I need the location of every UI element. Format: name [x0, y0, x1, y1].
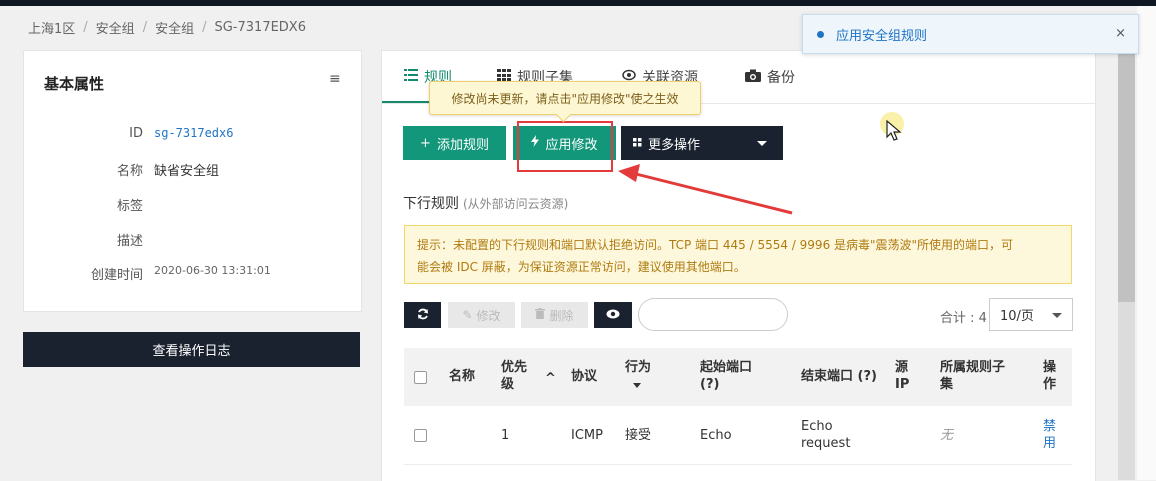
header-subset-line-2[interactable]: 集 — [940, 376, 953, 393]
pencil-icon: ✎ — [462, 308, 473, 322]
breadcrumb-item-region[interactable]: 上海1区 — [28, 18, 75, 37]
visibility-toggle-button[interactable] — [594, 302, 632, 328]
cell-subset: 无 — [940, 428, 954, 443]
eye-icon — [606, 308, 620, 322]
card-title: 基本属性 — [44, 75, 105, 93]
cell-priority: 1 — [501, 428, 510, 443]
header-start-port-line-1[interactable]: 起始端口 — [700, 359, 752, 376]
camera-icon — [745, 69, 761, 86]
grid-small-icon — [633, 136, 642, 151]
row-checkbox[interactable] — [414, 429, 427, 442]
caret-down-icon — [757, 141, 767, 146]
property-row-id: ID sg-7317edx6 — [24, 126, 361, 148]
header-subset-line-1[interactable]: 所属规则子 — [940, 359, 1005, 376]
property-value-name: 缺省安全组 — [154, 164, 220, 179]
refresh-icon — [417, 308, 429, 323]
search-input[interactable] — [638, 298, 788, 331]
section-hint: (从外部访问云资源) — [463, 197, 569, 211]
table-row: 1 ICMP 接受 Echo Echo request 无 禁 用 — [404, 406, 1072, 465]
disable-link-line-2[interactable]: 用 — [1043, 435, 1056, 452]
breadcrumb: 上海1区 / 安全组 / 安全组 / SG-7317EDX6 — [28, 18, 306, 37]
sort-ascending-icon[interactable]: ^ — [545, 370, 556, 387]
tab-backup[interactable]: 备份 — [745, 67, 795, 87]
tab-label: 备份 — [767, 70, 795, 86]
page-size-select[interactable]: 10/页 — [989, 298, 1073, 331]
cell-protocol: ICMP — [571, 428, 603, 443]
refresh-button[interactable] — [404, 302, 441, 328]
mouse-pointer-icon — [886, 120, 902, 141]
cell-action: 接受 — [625, 428, 652, 443]
section-title: 下行规则 (从外部访问云资源) — [403, 193, 568, 213]
basic-properties-card: 基本属性 ≡ ID sg-7317edx6 名称 缺省安全组 标签 描述 创建时… — [23, 50, 362, 312]
header-source-ip-line-1[interactable]: 源 — [895, 359, 908, 376]
add-rule-button[interactable]: + 添加规则 — [403, 126, 506, 160]
header-end-port[interactable]: 结束端口 (?) — [801, 368, 877, 385]
section-title-text: 下行规则 — [403, 196, 459, 212]
scrollbar-thumb[interactable] — [1118, 50, 1135, 302]
view-operation-log-button[interactable]: 查看操作日志 — [23, 332, 360, 367]
breadcrumb-separator: / — [142, 20, 148, 35]
plus-icon: + — [420, 135, 431, 151]
property-value-created: 2020-06-30 13:31:01 — [154, 264, 271, 277]
page-size-value: 10/页 — [1000, 309, 1034, 324]
disable-link-line-1[interactable]: 禁 — [1043, 418, 1056, 435]
warning-line-1: 提示：未配置的下行规则和端口默认拒绝访问。TCP 端口 445 / 5554 /… — [417, 238, 1014, 252]
property-label: 名称 — [116, 164, 143, 179]
breadcrumb-item-current: SG-7317EDX6 — [214, 20, 306, 35]
property-label: 创建时间 — [90, 268, 143, 283]
pending-changes-tooltip: 修改尚未更新，请点击"应用修改"使之生效 — [429, 81, 701, 123]
table-header: 名称 优先 级 ^ 协议 行为 起始端口 (?) 结束端口 (?) 源 IP 所… — [404, 348, 1072, 406]
property-label: ID — [129, 126, 143, 141]
breadcrumb-item-security-group[interactable]: 安全组 — [96, 18, 135, 37]
top-bar — [0, 0, 1156, 6]
property-row-name: 名称 缺省安全组 — [24, 160, 361, 182]
breadcrumb-item-security-group-list[interactable]: 安全组 — [155, 18, 194, 37]
property-row-tags: 标签 — [24, 195, 361, 217]
caret-down-icon[interactable] — [633, 383, 641, 388]
notification-toast: 应用安全组规则 × — [802, 14, 1139, 54]
breadcrumb-separator: / — [83, 20, 88, 35]
property-value-id: sg-7317edx6 — [154, 126, 234, 140]
header-source-ip-line-2[interactable]: IP — [895, 376, 909, 393]
delete-button[interactable]: 删除 — [521, 302, 588, 328]
property-label: 标签 — [116, 199, 143, 214]
button-label: 添加规则 — [436, 137, 489, 153]
property-row-description: 描述 — [24, 230, 361, 252]
header-start-port-line-2[interactable]: (?) — [700, 376, 719, 393]
info-dot-icon — [817, 30, 824, 38]
header-name[interactable]: 名称 — [449, 368, 475, 385]
button-label: 删除 — [549, 308, 574, 323]
header-protocol[interactable]: 协议 — [571, 368, 597, 385]
notification-text: 应用安全组规则 — [836, 28, 928, 44]
more-actions-dropdown[interactable]: 更多操作 — [621, 126, 783, 160]
warning-line-2: 能会被 IDC 屏蔽，为保证资源正常访问，建议使用其他端口。 — [417, 260, 746, 274]
header-operations-line-2: 作 — [1043, 377, 1057, 392]
cell-end-port-line-2: request — [801, 436, 851, 451]
property-row-created: 创建时间 2020-06-30 13:31:01 — [24, 264, 361, 286]
header-operations-line-1: 操 — [1043, 360, 1057, 375]
trash-icon — [535, 308, 546, 322]
header-priority-line-2[interactable]: 级 — [501, 376, 514, 393]
tooltip-text: 修改尚未更新，请点击"应用修改"使之生效 — [451, 91, 679, 106]
caret-down-icon — [1052, 313, 1062, 318]
breadcrumb-separator: / — [202, 20, 207, 35]
header-priority-line-1[interactable]: 优先 — [501, 359, 527, 376]
menu-icon[interactable]: ≡ — [329, 71, 341, 87]
warning-banner: 提示：未配置的下行规则和端口默认拒绝访问。TCP 端口 445 / 5554 /… — [404, 225, 1072, 284]
list-icon — [404, 69, 418, 85]
annotation-arrow — [618, 164, 793, 215]
right-edge-strip — [1137, 6, 1156, 480]
header-action[interactable]: 行为 — [625, 359, 651, 376]
annotation-highlight-box — [517, 121, 613, 172]
select-all-checkbox[interactable] — [414, 371, 427, 384]
property-label: 描述 — [116, 234, 143, 249]
edit-button[interactable]: ✎ 修改 — [448, 302, 515, 328]
close-icon[interactable]: × — [1115, 26, 1126, 41]
button-label: 更多操作 — [648, 137, 701, 153]
cell-start-port: Echo — [700, 428, 732, 443]
total-count: 合计 : 4 — [940, 311, 987, 326]
cell-end-port-line-1: Echo — [801, 419, 833, 434]
button-label: 修改 — [476, 308, 501, 323]
